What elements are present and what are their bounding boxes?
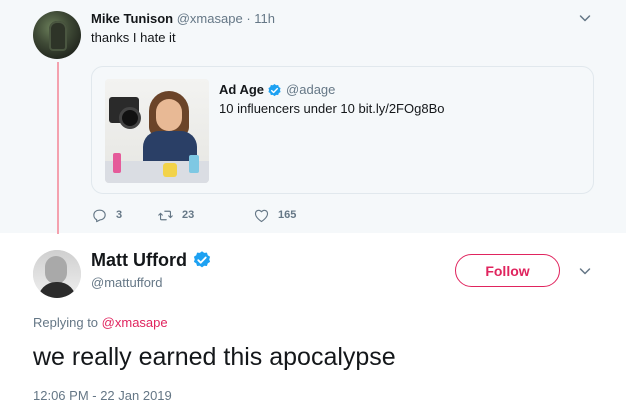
- cup-shape: [189, 155, 199, 173]
- quoted-tweet-text: 10 influencers under 10 bit.ly/2FOg8Bo: [219, 101, 445, 116]
- like-icon: [254, 209, 269, 222]
- person-face-shape: [156, 99, 182, 131]
- reply-icon: [93, 209, 106, 222]
- quoted-tweet-header: Ad Age @adage: [219, 82, 335, 98]
- author-name[interactable]: Mike Tunison: [91, 11, 173, 26]
- replying-to: Replying to @xmasape: [33, 315, 168, 331]
- verified-badge-icon: [192, 250, 212, 270]
- avatar[interactable]: [33, 11, 81, 59]
- quoted-author-name[interactable]: Ad Age: [219, 82, 264, 98]
- jar-shape: [163, 163, 177, 177]
- reply-count: 3: [116, 209, 123, 221]
- thread-connector: [57, 62, 59, 234]
- chevron-down-icon[interactable]: [579, 265, 591, 277]
- chevron-down-icon[interactable]: [579, 12, 591, 24]
- tweet-timestamp[interactable]: 12:06 PM - 22 Jan 2019: [33, 388, 172, 404]
- replying-to-label: Replying to: [33, 315, 99, 330]
- parent-tweet-header: Mike Tunison @xmasape · 11h: [91, 11, 275, 27]
- avatar-head: [45, 256, 67, 284]
- quoted-tweet-card[interactable]: Ad Age @adage 10 influencers under 10 bi…: [91, 66, 594, 194]
- author-handle[interactable]: @xmasape: [177, 11, 243, 26]
- like-button[interactable]: 165: [253, 206, 296, 224]
- meta-separator: ·: [246, 11, 251, 26]
- author-handle[interactable]: @mattufford: [91, 275, 163, 291]
- avatar[interactable]: [33, 250, 81, 298]
- like-count: 165: [278, 209, 297, 221]
- tweet-text: thanks I hate it: [91, 30, 176, 45]
- reply-button[interactable]: 3: [91, 206, 122, 224]
- camera-lens-shape: [119, 107, 141, 129]
- retweet-icon: [158, 210, 173, 220]
- parent-tweet[interactable]: Mike Tunison @xmasape · 11h thanks I hat…: [0, 0, 626, 234]
- replying-to-link[interactable]: @xmasape: [102, 315, 168, 330]
- quoted-tweet-image[interactable]: [105, 79, 209, 183]
- tweet-time[interactable]: 11h: [254, 11, 275, 26]
- retweet-count: 23: [182, 209, 195, 221]
- tweet-text: we really earned this apocalypse: [33, 343, 396, 371]
- author-name-row: Matt Ufford: [91, 250, 212, 270]
- verified-badge-icon: [267, 83, 282, 98]
- author-name[interactable]: Matt Ufford: [91, 250, 187, 270]
- follow-button[interactable]: Follow: [455, 254, 560, 287]
- quoted-author-handle[interactable]: @adage: [286, 82, 335, 98]
- retweet-button[interactable]: 23: [157, 206, 194, 224]
- bottle-shape: [113, 153, 121, 173]
- avatar-figure: [49, 21, 67, 51]
